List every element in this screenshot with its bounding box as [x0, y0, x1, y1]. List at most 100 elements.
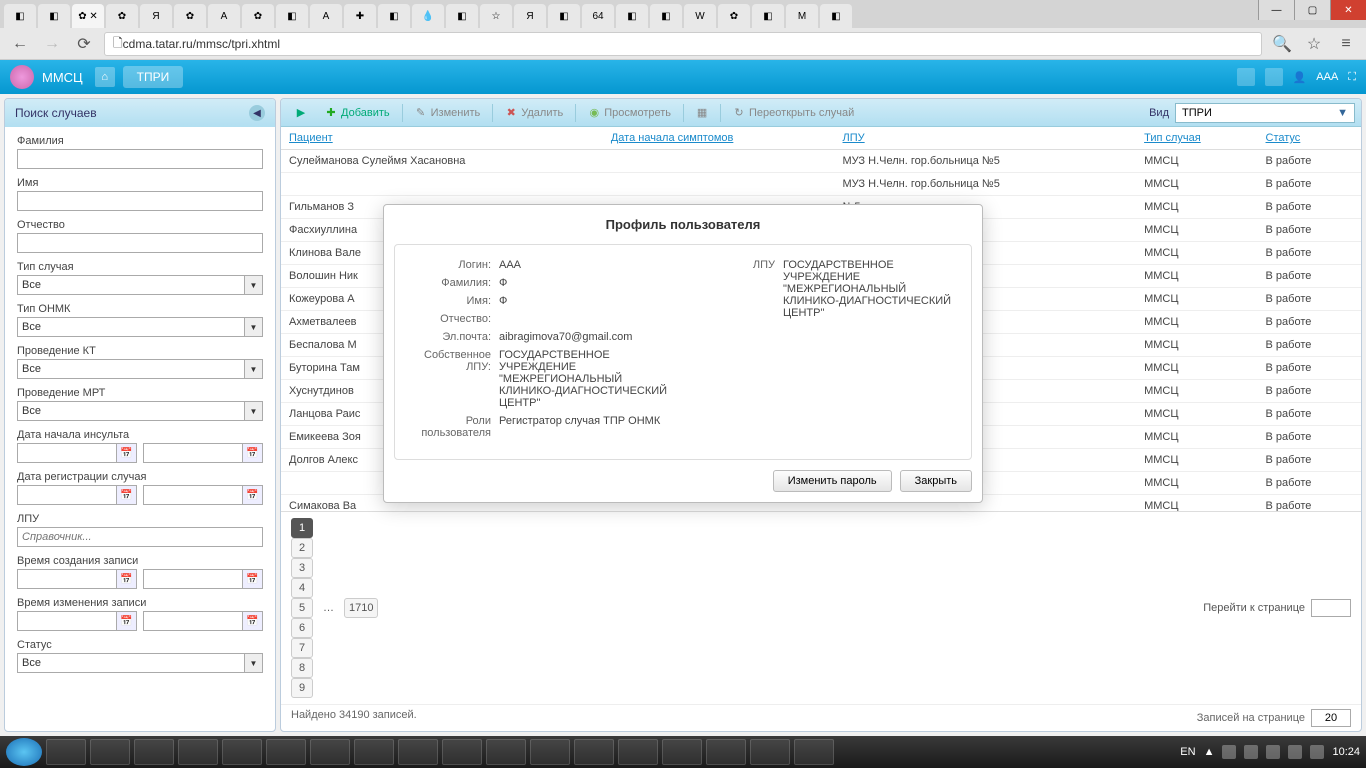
page-button[interactable]: 4 [291, 578, 313, 598]
calendar-icon[interactable]: 📅 [117, 485, 137, 505]
browser-tab[interactable]: Я [514, 4, 546, 28]
taskbar-item[interactable] [662, 739, 702, 765]
browser-tab[interactable]: ◧ [548, 4, 580, 28]
page-button[interactable]: 9 [291, 678, 313, 698]
patronymic-input[interactable] [17, 233, 263, 253]
table-row[interactable]: МУЗ Н.Челн. гор.больница №5ММСЦВ работе [281, 173, 1361, 196]
chevron-down-icon[interactable]: ▼ [245, 275, 263, 295]
mrt-select[interactable]: Все [17, 401, 245, 421]
browser-tab[interactable]: ✿ [242, 4, 274, 28]
table-row[interactable]: Сулейманова Сулеймя ХасановнаМУЗ Н.Челн.… [281, 150, 1361, 173]
chevron-down-icon[interactable]: ▼ [245, 317, 263, 337]
reopen-button[interactable]: ↻Переоткрыть случай [725, 104, 862, 122]
taskbar-item[interactable] [530, 739, 570, 765]
taskbar-item[interactable] [442, 739, 482, 765]
browser-tab[interactable]: ◧ [276, 4, 308, 28]
window-maximize[interactable]: ▢ [1294, 0, 1330, 20]
url-input[interactable]: 🗋 cdma.tatar.ru/mmsc/tpri.xhtml [104, 32, 1262, 56]
taskbar-item[interactable] [574, 739, 614, 765]
tray-icon[interactable] [1266, 745, 1280, 759]
modified-from[interactable] [17, 611, 117, 631]
page-button[interactable]: 5 [291, 598, 313, 618]
close-button[interactable]: Закрыть [900, 470, 972, 492]
taskbar-item[interactable] [178, 739, 218, 765]
taskbar-item[interactable] [486, 739, 526, 765]
tray-clock[interactable]: 10:24 [1332, 746, 1360, 758]
taskbar-item[interactable] [618, 739, 658, 765]
collapse-icon[interactable]: ◀ [249, 105, 265, 121]
nav-tab-tpri[interactable]: ТПРИ [123, 66, 184, 88]
browser-tab[interactable]: ◧ [650, 4, 682, 28]
browser-tab[interactable]: ◧ [378, 4, 410, 28]
taskbar-item[interactable] [750, 739, 790, 765]
browser-tab[interactable]: 💧 [412, 4, 444, 28]
window-minimize[interactable]: — [1258, 0, 1294, 20]
stroke-date-to[interactable] [143, 443, 243, 463]
calendar-icon[interactable]: 📅 [117, 443, 137, 463]
taskbar-item[interactable] [354, 739, 394, 765]
taskbar-item[interactable] [46, 739, 86, 765]
col-status[interactable]: Статус [1258, 127, 1361, 150]
browser-tab[interactable]: Я [140, 4, 172, 28]
reg-date-from[interactable] [17, 485, 117, 505]
header-icon[interactable] [1265, 68, 1283, 86]
delete-button[interactable]: ✖Удалить [497, 104, 571, 122]
change-password-button[interactable]: Изменить пароль [773, 470, 892, 492]
view-select[interactable]: ТПРИ▼ [1175, 103, 1355, 123]
browser-tab[interactable]: ✚ [344, 4, 376, 28]
view-button[interactable]: ◉Просмотреть [580, 104, 679, 122]
browser-tab[interactable]: ◧ [4, 4, 36, 28]
tray-icon[interactable] [1310, 745, 1324, 759]
home-button[interactable]: ⌂ [95, 67, 115, 87]
taskbar-item[interactable] [310, 739, 350, 765]
status-select[interactable]: Все [17, 653, 245, 673]
browser-tab[interactable]: A [310, 4, 342, 28]
chevron-down-icon[interactable]: ▼ [245, 359, 263, 379]
page-button[interactable]: 7 [291, 638, 313, 658]
browser-tab[interactable]: A [208, 4, 240, 28]
taskbar-item[interactable] [794, 739, 834, 765]
perpage-input[interactable] [1311, 709, 1351, 727]
taskbar-item[interactable] [706, 739, 746, 765]
start-button[interactable] [6, 738, 42, 766]
modified-to[interactable] [143, 611, 243, 631]
page-button[interactable]: 2 [291, 538, 313, 558]
page-last[interactable]: 1710 [344, 598, 378, 618]
calendar-icon[interactable]: 📅 [117, 611, 137, 631]
browser-tab[interactable]: ◧ [820, 4, 852, 28]
add-button[interactable]: ✚Добавить [317, 104, 398, 122]
col-symptom-date[interactable]: Дата начала симптомов [603, 127, 835, 150]
browser-tab[interactable]: ✿ [106, 4, 138, 28]
tray-lang[interactable]: EN [1180, 746, 1195, 758]
browser-tab[interactable]: M [786, 4, 818, 28]
browser-tab-active[interactable]: ✿ ✕ [72, 4, 104, 28]
browser-tab[interactable]: 64 [582, 4, 614, 28]
user-name[interactable]: AAA [1316, 71, 1338, 83]
created-to[interactable] [143, 569, 243, 589]
taskbar-item[interactable] [134, 739, 174, 765]
search-icon[interactable]: 🔍 [1270, 32, 1294, 56]
created-from[interactable] [17, 569, 117, 589]
tray-icon[interactable] [1288, 745, 1302, 759]
surname-input[interactable] [17, 149, 263, 169]
taskbar-item[interactable] [222, 739, 262, 765]
chevron-down-icon[interactable]: ▼ [245, 653, 263, 673]
reg-date-to[interactable] [143, 485, 243, 505]
chevron-down-icon[interactable]: ▼ [245, 401, 263, 421]
menu-icon[interactable]: ≡ [1334, 32, 1358, 56]
page-button[interactable]: 3 [291, 558, 313, 578]
col-lpu[interactable]: ЛПУ [835, 127, 1137, 150]
calendar-icon[interactable]: 📅 [117, 569, 137, 589]
page-button[interactable]: 1 [291, 518, 313, 538]
browser-tab[interactable]: ✿ [174, 4, 206, 28]
name-input[interactable] [17, 191, 263, 211]
browser-tab[interactable]: W [684, 4, 716, 28]
browser-tab[interactable]: ◧ [446, 4, 478, 28]
goto-page-input[interactable] [1311, 599, 1351, 617]
browser-tab[interactable]: ◧ [752, 4, 784, 28]
reload-button[interactable]: ⟳ [72, 32, 96, 56]
tray-icon[interactable] [1244, 745, 1258, 759]
browser-tab[interactable]: ◧ [38, 4, 70, 28]
taskbar-item[interactable] [266, 739, 306, 765]
tray-icon[interactable] [1222, 745, 1236, 759]
